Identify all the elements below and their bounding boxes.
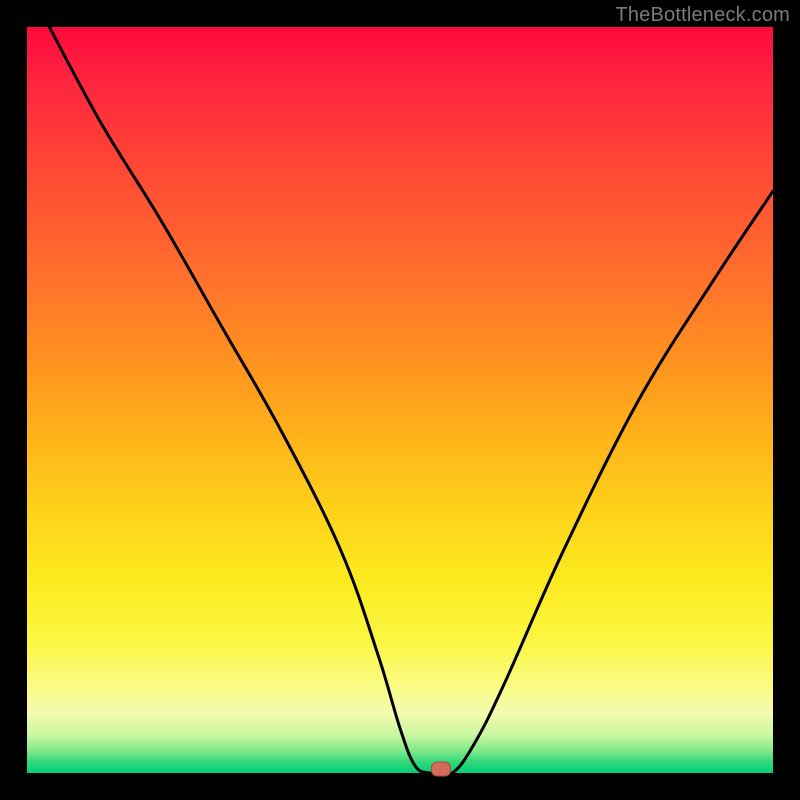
optimum-marker [431,761,451,776]
bottleneck-curve [49,27,773,773]
plot-area [27,27,773,773]
watermark-text: TheBottleneck.com [615,4,790,27]
line-chart [27,27,773,773]
chart-frame: TheBottleneck.com [0,0,800,800]
